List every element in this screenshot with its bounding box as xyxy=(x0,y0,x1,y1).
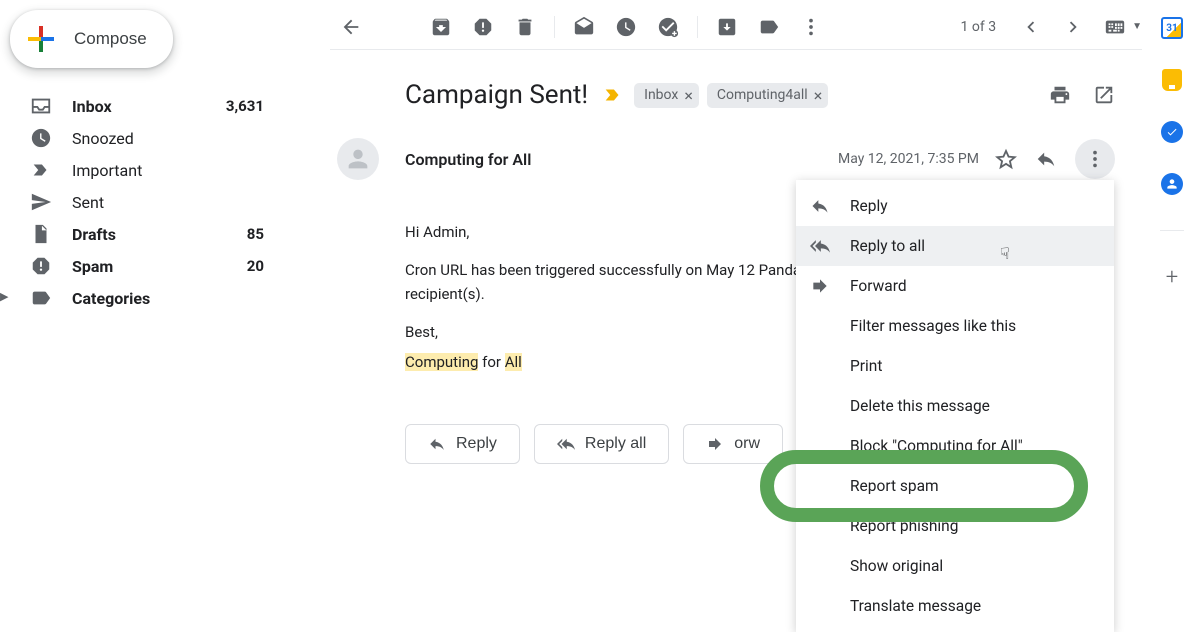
more-toolbar-button[interactable] xyxy=(790,7,832,47)
menu-item-filter-messages-like-this[interactable]: Filter messages like this xyxy=(796,306,1114,346)
nav-label: Categories xyxy=(72,289,264,308)
menu-label: Translate message xyxy=(850,597,981,615)
close-icon[interactable]: × xyxy=(814,86,823,105)
divider xyxy=(1160,230,1184,231)
snooze-button[interactable] xyxy=(605,7,647,47)
sidebar-item-inbox[interactable]: Inbox3,631 xyxy=(24,90,280,122)
prev-button[interactable] xyxy=(1010,7,1052,47)
mark-unread-button[interactable] xyxy=(563,7,605,47)
label-chip-text: Inbox xyxy=(644,87,678,103)
nav-count: 85 xyxy=(247,225,264,243)
sidebar-item-important[interactable]: Important xyxy=(24,154,280,186)
label-chip-inbox[interactable]: Inbox × xyxy=(634,83,699,108)
menu-label: Reply xyxy=(850,197,888,215)
nav-count: 3,631 xyxy=(226,97,264,115)
menu-item-report-spam[interactable]: Report spam xyxy=(796,466,1114,506)
reply-icon[interactable] xyxy=(1035,148,1057,170)
menu-label: Filter messages like this xyxy=(850,317,1016,335)
menu-label: Report phishing xyxy=(850,517,958,535)
keep-app-icon[interactable] xyxy=(1160,68,1184,92)
menu-label: Forward xyxy=(850,277,907,295)
more-actions-button[interactable] xyxy=(1075,139,1115,179)
add-task-button[interactable] xyxy=(647,7,689,47)
dropdown-caret-icon[interactable]: ▼ xyxy=(1132,21,1142,32)
action-toolbar: 1 of 3 ▼ xyxy=(330,8,1142,50)
move-to-button[interactable] xyxy=(706,7,748,47)
sidebar-item-categories[interactable]: Categories xyxy=(24,282,280,314)
nav-label: Important xyxy=(72,161,264,180)
menu-label: Delete this message xyxy=(850,397,990,415)
message-header: Computing for All May 12, 2021, 7:35 PM xyxy=(337,138,1115,180)
menu-item-reply-to-all[interactable]: Reply to all xyxy=(796,226,1114,266)
menu-label: Show original xyxy=(850,557,943,575)
star-icon[interactable] xyxy=(995,148,1017,170)
sidebar-item-drafts[interactable]: Drafts85 xyxy=(24,218,280,250)
forward-button[interactable]: orw xyxy=(683,424,783,464)
nav-label: Snoozed xyxy=(72,129,264,148)
menu-item-report-phishing[interactable]: Report phishing xyxy=(796,506,1114,546)
print-icon[interactable] xyxy=(1049,84,1071,106)
report-spam-button[interactable] xyxy=(462,7,504,47)
tasks-app-icon[interactable] xyxy=(1160,120,1184,144)
sidebar-item-snoozed[interactable]: Snoozed xyxy=(24,122,280,154)
replyall-icon xyxy=(810,236,834,256)
keyboard-button[interactable] xyxy=(1094,7,1136,47)
important-marker-icon[interactable] xyxy=(602,84,624,106)
email-date: May 12, 2021, 7:35 PM xyxy=(838,151,979,167)
reply-button[interactable]: Reply xyxy=(405,424,520,464)
page-counter: 1 of 3 xyxy=(961,19,997,35)
menu-label: Reply to all xyxy=(850,237,925,255)
contacts-app-icon[interactable] xyxy=(1160,172,1184,196)
labels-button[interactable] xyxy=(748,7,790,47)
email-subject: Campaign Sent! xyxy=(405,80,588,110)
menu-label: Report spam xyxy=(850,477,939,495)
calendar-app-icon[interactable]: 31 xyxy=(1160,16,1184,40)
menu-item-show-original[interactable]: Show original xyxy=(796,546,1114,586)
more-actions-menu: Reply Reply to all Forward Filter messages … xyxy=(796,180,1114,632)
avatar xyxy=(337,138,379,180)
next-button[interactable] xyxy=(1052,7,1094,47)
sidebar-item-sent[interactable]: Sent xyxy=(24,186,280,218)
expand-caret-icon[interactable]: ▶ xyxy=(0,290,8,303)
side-panel: 31 + xyxy=(1144,10,1200,289)
add-app-icon[interactable]: + xyxy=(1160,265,1184,289)
plus-icon xyxy=(26,24,56,54)
nav-count: 20 xyxy=(247,257,264,275)
sender-name: Computing for All xyxy=(405,150,838,169)
menu-item-block-computing-for-all-[interactable]: Block "Computing for All" xyxy=(796,426,1114,466)
menu-item-delete-this-message[interactable]: Delete this message xyxy=(796,386,1114,426)
folder-list: Inbox3,631SnoozedImportantSentDrafts85Sp… xyxy=(10,90,280,314)
menu-label: Print xyxy=(850,357,882,375)
cursor-icon: ☟ xyxy=(1000,244,1010,263)
sidebar-item-spam[interactable]: Spam20 xyxy=(24,250,280,282)
back-button[interactable] xyxy=(330,7,372,47)
menu-label: Block "Computing for All" xyxy=(850,437,1023,455)
archive-button[interactable] xyxy=(420,7,462,47)
menu-item-forward[interactable]: Forward xyxy=(796,266,1114,306)
delete-button[interactable] xyxy=(504,7,546,47)
menu-item-print[interactable]: Print xyxy=(796,346,1114,386)
nav-label: Sent xyxy=(72,193,264,212)
open-new-window-icon[interactable] xyxy=(1093,84,1115,106)
label-chip-computing4all[interactable]: Computing4all × xyxy=(707,83,828,108)
close-icon[interactable]: × xyxy=(684,86,693,105)
reply-all-button[interactable]: Reply all xyxy=(534,424,669,464)
menu-item-reply[interactable]: Reply xyxy=(796,186,1114,226)
forward-icon xyxy=(810,276,834,296)
menu-item-translate-message[interactable]: Translate message xyxy=(796,586,1114,626)
reply-icon xyxy=(810,196,834,216)
compose-button[interactable]: Compose xyxy=(10,10,173,68)
sidebar: Compose Inbox3,631 Snoozed Important Sent Dr… xyxy=(0,0,280,314)
compose-label: Compose xyxy=(74,29,147,49)
nav-label: Spam xyxy=(72,257,247,276)
nav-label: Drafts xyxy=(72,225,247,244)
nav-label: Inbox xyxy=(72,97,226,116)
label-chip-text: Computing4all xyxy=(717,87,808,103)
